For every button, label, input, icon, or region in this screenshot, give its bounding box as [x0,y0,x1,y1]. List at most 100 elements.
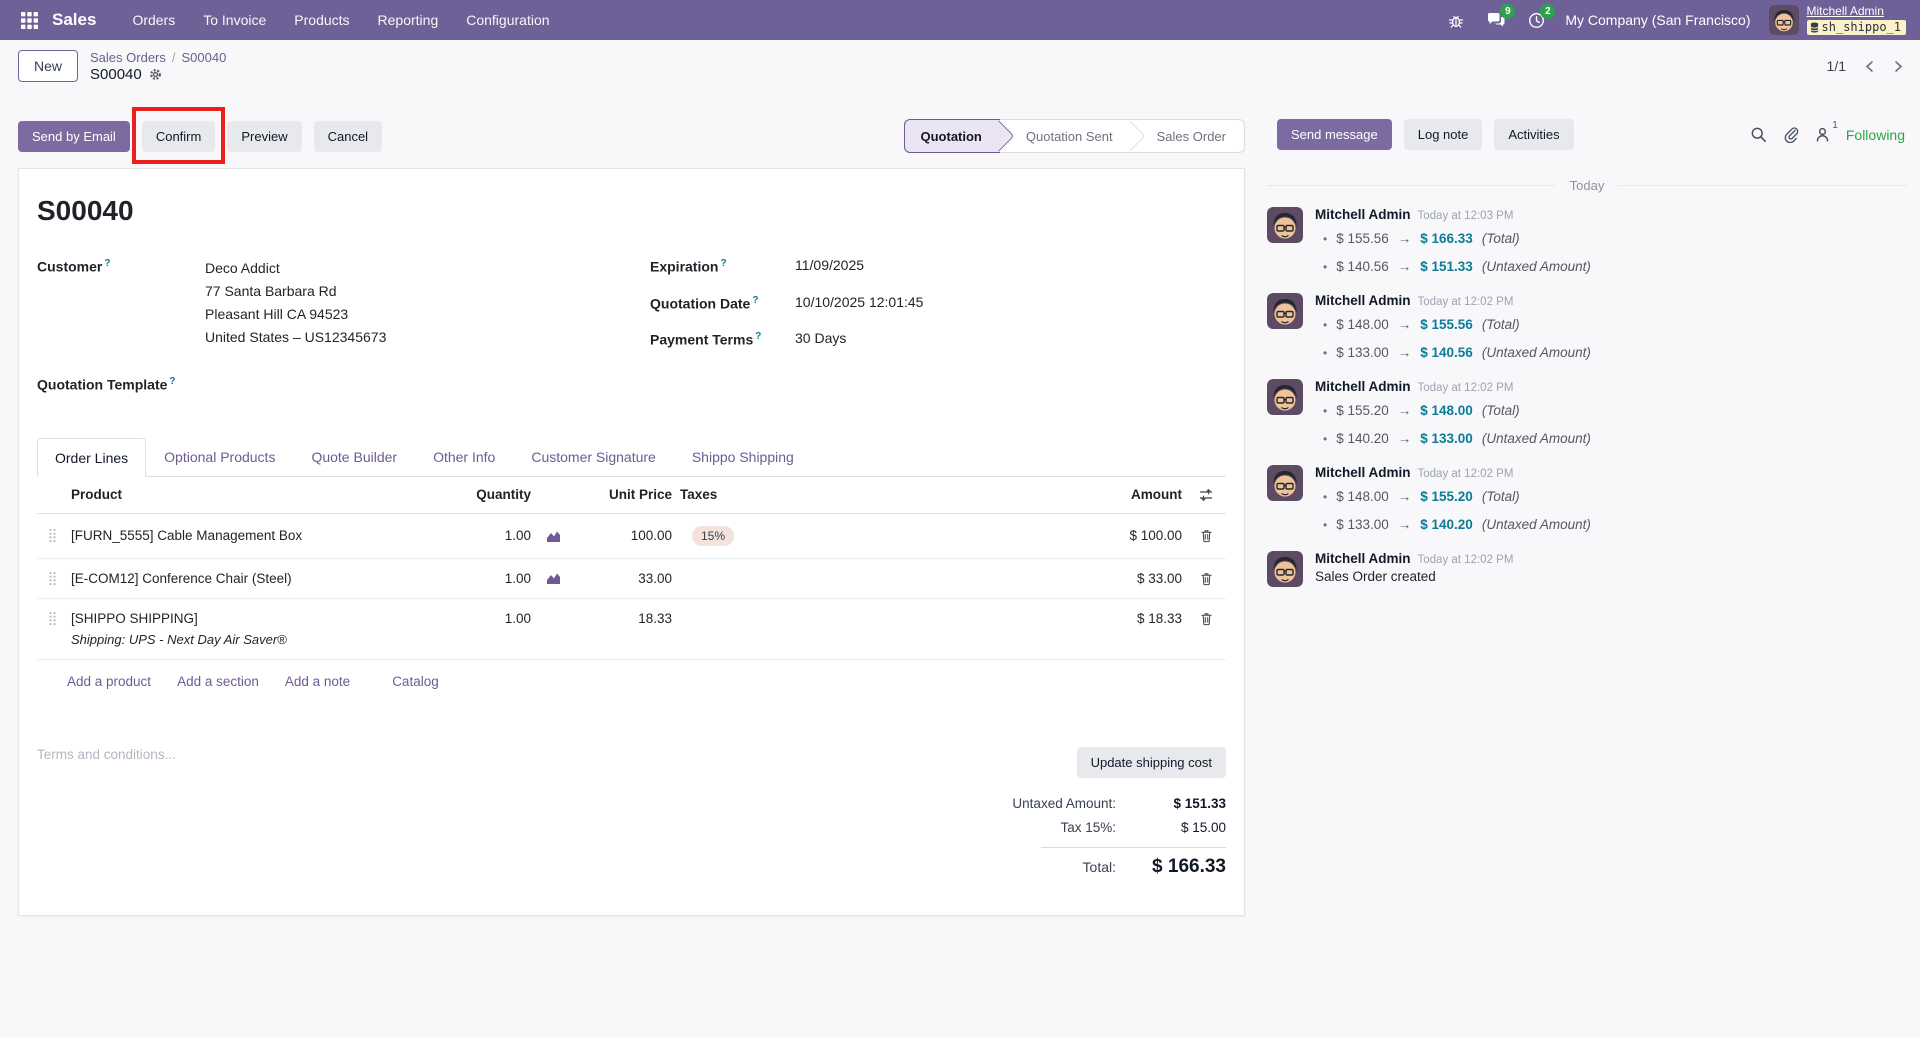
menu-reporting[interactable]: Reporting [366,6,451,34]
attachments-icon[interactable] [1782,126,1799,143]
menu-configuration[interactable]: Configuration [454,6,561,34]
menu-to-invoice[interactable]: To Invoice [191,6,278,34]
header-quantity[interactable]: Quantity [440,477,535,512]
database-name: sh_shippo_1 [1821,19,1901,34]
amount-cell: $ 33.00 [1136,570,1182,586]
status-step-quotation-sent[interactable]: Quotation Sent [1000,120,1131,152]
log-note-button[interactable]: Log note [1403,119,1483,150]
pager-next-icon[interactable] [1893,60,1904,73]
quantity-cell[interactable]: 1.00 [440,599,535,638]
expiration-field[interactable]: 11/09/2025 [795,257,864,275]
total-label: Total: [1082,858,1116,875]
arrow-icon: → [1397,231,1412,246]
add-section-link[interactable]: Add a section [177,674,259,689]
send-by-email-button[interactable]: Send by Email [18,120,130,152]
preview-button[interactable]: Preview [227,120,302,152]
pager-previous-icon[interactable] [1864,60,1875,73]
arrow-icon: → [1397,517,1412,532]
breadcrumb-sales-orders[interactable]: Sales Orders [90,50,166,65]
message-time: Today at 12:02 PM [1417,296,1514,308]
order-line-row: [FURN_5555] Cable Management Box 1.00 10… [37,514,1226,559]
add-product-link[interactable]: Add a product [67,674,151,689]
message-author: Mitchell Admin [1315,207,1411,222]
delete-line-icon[interactable] [1186,599,1226,638]
user-menu[interactable]: Mitchell Admin sh_shippo_1 [1768,4,1906,35]
arrow-icon: → [1397,489,1412,504]
tab-customer-signature[interactable]: Customer Signature [513,437,674,476]
add-note-link[interactable]: Add a note [285,674,350,689]
tab-quote-builder[interactable]: Quote Builder [293,437,415,476]
tracking-change: • $ 148.00 → $ 155.56 (Total) [1315,311,1907,339]
activities-button[interactable]: Activities [1494,119,1574,150]
new-button[interactable]: New [18,50,79,82]
unit-price-cell[interactable]: 33.00 [571,559,676,598]
apps-menu-icon[interactable] [12,3,46,37]
delete-line-icon[interactable] [1186,559,1226,598]
database-badge: sh_shippo_1 [1806,19,1906,35]
unit-price-cell[interactable]: 18.33 [571,599,676,638]
top-navbar: Sales Orders To Invoice Products Reporti… [0,0,1920,40]
product-cell[interactable]: [E-COM12] Conference Chair (Steel) [67,559,440,598]
bug-icon [1449,15,1464,28]
update-shipping-cost-button[interactable]: Update shipping cost [1076,746,1226,778]
header-amount[interactable]: Amount [856,477,1186,512]
header-product[interactable]: Product [67,477,440,512]
tab-order-lines[interactable]: Order Lines [37,437,147,477]
main-menu: Orders To Invoice Products Reporting Con… [120,6,561,34]
following-toggle[interactable]: Following [1846,127,1905,143]
delete-line-icon[interactable] [1186,516,1226,555]
header-unit-price[interactable]: Unit Price [571,477,676,512]
forecast-chart-icon[interactable] [535,559,571,597]
tab-optional-products[interactable]: Optional Products [146,437,293,476]
cancel-button[interactable]: Cancel [313,120,383,152]
status-step-quotation[interactable]: Quotation [903,119,1000,153]
customer-address-line1: 77 Santa Barbara Rd [205,283,337,299]
activities-icon-button[interactable]: 2 [1525,4,1556,31]
tab-shippo-shipping[interactable]: Shippo Shipping [674,437,812,476]
terms-and-conditions-input[interactable]: Terms and conditions... [37,747,176,887]
drag-handle-icon[interactable] [37,599,67,638]
messages-icon-button[interactable]: 9 [1485,4,1516,31]
company-switcher[interactable]: My Company (San Francisco) [1565,12,1750,28]
payment-terms-field[interactable]: 30 Days [795,330,846,348]
app-name[interactable]: Sales [52,10,96,30]
menu-products[interactable]: Products [282,6,361,34]
user-name: Mitchell Admin [1806,4,1884,19]
message-avatar [1267,465,1303,501]
tax-badge[interactable]: 15% [692,525,735,546]
product-cell[interactable]: [FURN_5555] Cable Management Box [67,516,440,555]
customer-field[interactable]: Deco Addict [205,257,386,280]
quantity-cell[interactable]: 1.00 [440,516,535,555]
drag-handle-icon[interactable] [37,516,67,555]
database-icon [1810,22,1819,33]
drag-handle-icon[interactable] [37,559,67,598]
optional-columns-icon[interactable] [1186,477,1226,513]
unit-price-cell[interactable]: 100.00 [571,516,676,555]
status-step-sales-order[interactable]: Sales Order [1131,120,1244,152]
message-author: Mitchell Admin [1315,293,1411,308]
order-line-row: [SHIPPO SHIPPING] 1.00 18.33 $ 18.33 Shi… [37,599,1226,660]
message-avatar [1267,293,1303,329]
untaxed-amount-value: $ 151.33 [1173,795,1226,811]
search-messages-icon[interactable] [1750,126,1767,143]
header-taxes[interactable]: Taxes [676,477,856,512]
help-marker: ? [755,331,762,343]
order-line-row: [E-COM12] Conference Chair (Steel) 1.00 … [37,559,1226,599]
chatter-message: Mitchell Admin Today at 12:02 PM • $ 148… [1267,293,1907,367]
tab-other-info[interactable]: Other Info [415,437,513,476]
followers-icon[interactable]: 1 [1814,120,1838,143]
quotation-date-field[interactable]: 10/10/2025 12:01:45 [795,294,923,312]
quantity-cell[interactable]: 1.00 [440,559,535,598]
sales-order-sheet: S00040 Customer? Deco Addict 77 Santa Ba… [18,168,1245,916]
message-author: Mitchell Admin [1315,379,1411,394]
confirm-button[interactable]: Confirm [141,120,216,152]
debug-bug-icon[interactable] [1445,9,1467,31]
actions-gear-icon[interactable] [149,68,162,81]
catalog-link[interactable]: Catalog [392,674,439,689]
forecast-chart-icon[interactable] [535,517,571,555]
breadcrumb: Sales Orders / S00040 S00040 [90,50,226,83]
breadcrumb-current[interactable]: S00040 [182,50,227,65]
breadcrumb-separator: / [171,49,176,65]
send-message-button[interactable]: Send message [1277,119,1392,150]
menu-orders[interactable]: Orders [120,6,187,34]
